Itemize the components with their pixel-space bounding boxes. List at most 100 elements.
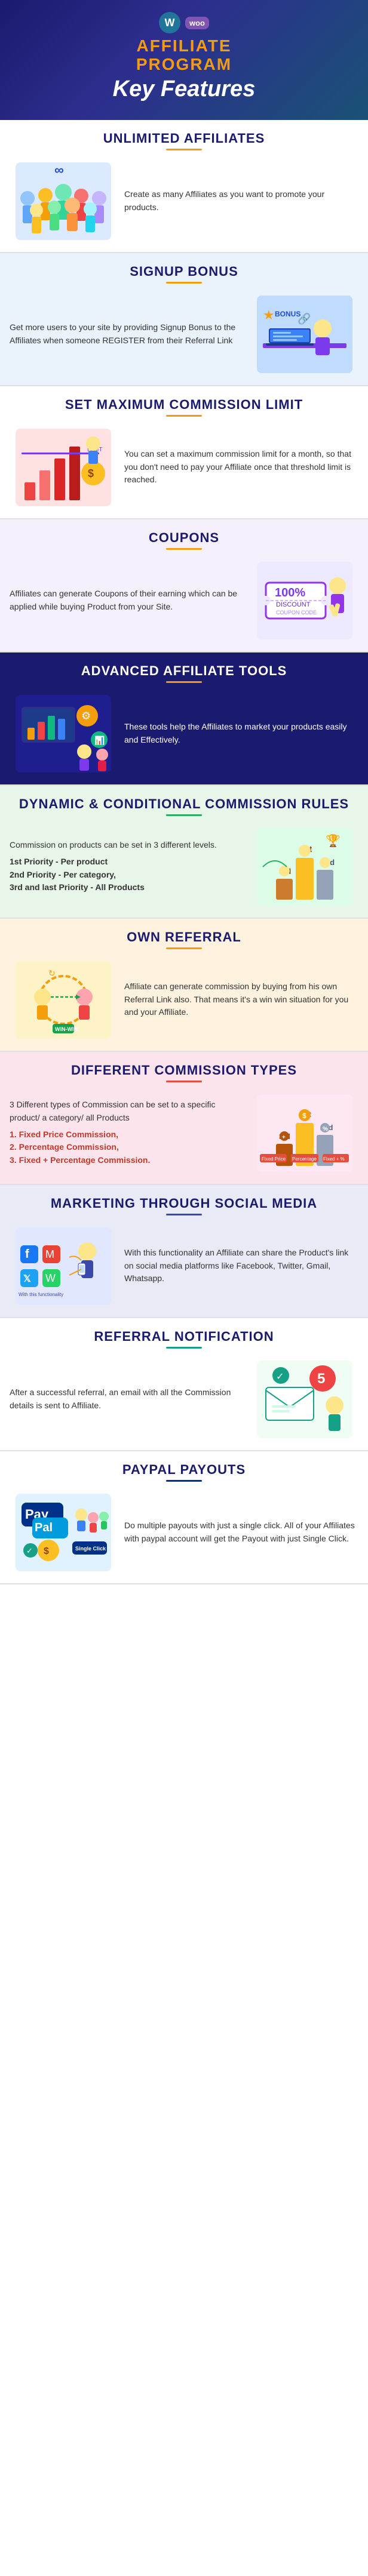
svg-text:DISCOUNT: DISCOUNT xyxy=(276,601,311,608)
section-title-8: DIFFERENT COMMISSION TYPES xyxy=(6,1063,362,1078)
illus-signup: 🔗 ★ BONUS xyxy=(257,296,352,373)
section-title-10: REFERRAL NOTIFICATION xyxy=(6,1329,362,1344)
section-text-8: 3 Different types of Commission can be s… xyxy=(10,1098,244,1124)
text-block-10: After a successful referral, an email wi… xyxy=(10,1386,244,1412)
section-title-bar-11: PAYPAL PAYOUTS xyxy=(0,1451,368,1488)
section-title-bar-5: ADVANCED AFFILIATE TOOLS xyxy=(0,653,368,689)
wp-logo-icon: W xyxy=(159,12,180,33)
section-commission-types: DIFFERENT COMMISSION TYPES 3 Different t… xyxy=(0,1052,368,1185)
section-text-5: These tools help the Affiliates to marke… xyxy=(124,721,358,746)
svg-text:100%: 100% xyxy=(275,586,305,599)
svg-text:COUPON CODE: COUPON CODE xyxy=(276,610,317,615)
text-block-1: Create as many Affiliates as you want to… xyxy=(124,188,358,214)
svg-text:∞: ∞ xyxy=(54,162,64,177)
svg-text:⚙: ⚙ xyxy=(81,710,91,722)
image-block-10: 5 ✓ xyxy=(251,1361,358,1438)
svg-text:5: 5 xyxy=(317,1371,325,1387)
content-row-8: 3 Different types of Commission can be s… xyxy=(0,1088,368,1184)
section-title-bar-6: DYNAMIC & CONDITIONAL COMMISSION RULES xyxy=(0,786,368,822)
section-text-3: You can set a maximum commission limit f… xyxy=(124,448,358,487)
svg-text:Single Click: Single Click xyxy=(75,1546,106,1552)
svg-text:$: $ xyxy=(88,467,94,479)
text-block-8: 3 Different types of Commission can be s… xyxy=(10,1098,244,1167)
content-row-4: Affiliates can generate Coupons of their… xyxy=(0,556,368,651)
illus-paypal: Pay Pal Single Click $ xyxy=(16,1494,111,1571)
text-block-3: You can set a maximum commission limit f… xyxy=(124,448,358,487)
key-features-title: Key Features xyxy=(10,76,358,102)
section-title-11: PAYPAL PAYOUTS xyxy=(6,1462,362,1478)
image-block-1: ∞ xyxy=(10,162,117,240)
title-underline-1 xyxy=(166,149,202,150)
image-block-3: LIMIT $ xyxy=(10,429,117,506)
section-text-4: Affiliates can generate Coupons of their… xyxy=(10,587,244,613)
content-row-1: ∞ Create as many Affiliates as you want … xyxy=(0,156,368,252)
illus-notification: 5 ✓ xyxy=(257,1361,352,1438)
svg-text:📊: 📊 xyxy=(94,735,105,746)
section-title-bar-9: MARKETING THROUGH SOCIAL MEDIA xyxy=(0,1185,368,1221)
svg-text:Fixed + %: Fixed + % xyxy=(323,1156,345,1162)
content-row-2: Get more users to your site by providing… xyxy=(0,290,368,385)
section-dynamic-commission: DYNAMIC & CONDITIONAL COMMISSION RULES C… xyxy=(0,786,368,919)
title-underline-4 xyxy=(166,548,202,550)
woo-logo-icon: woo xyxy=(185,17,209,29)
illus-dynamic: 1st 2nd 3rd 🏆 xyxy=(257,828,352,906)
list-item-8-3: 3. Fixed + Percentage Commission. xyxy=(10,1154,244,1167)
image-block-4: 100% DISCOUNT COUPON CODE xyxy=(251,562,358,639)
section-text-2: Get more users to your site by providing… xyxy=(10,321,244,347)
title-underline-10 xyxy=(166,1347,202,1349)
svg-text:Percentage: Percentage xyxy=(292,1156,317,1162)
section-paypal-payouts: PAYPAL PAYOUTS Pay Pal xyxy=(0,1451,368,1584)
image-block-2: 🔗 ★ BONUS xyxy=(251,296,358,373)
affiliate-text: AFFILIATE xyxy=(136,36,231,55)
title-underline-7 xyxy=(166,947,202,949)
svg-text:W: W xyxy=(45,1272,56,1284)
illus-social: f 𝕏 M W xyxy=(16,1227,111,1305)
image-block-5: ⚙ 📊 xyxy=(10,695,117,773)
list-item-8-1: 1. Fixed Price Commission, xyxy=(10,1128,244,1141)
title-underline-2 xyxy=(166,282,202,284)
text-block-11: Do multiple payouts with just a single c… xyxy=(124,1519,358,1545)
section-title-4: COUPONS xyxy=(6,530,362,546)
list-item-6-1: 1st Priority - Per product xyxy=(10,855,244,869)
section-unlimited-affiliates: UNLIMITED AFFILIATES xyxy=(0,120,368,253)
program-text: PROGRAM xyxy=(136,55,232,73)
svg-text:$: $ xyxy=(44,1546,49,1556)
list-item-6-3: 3rd and last Priority - All Products xyxy=(10,881,244,894)
svg-text:f: f xyxy=(25,1248,29,1261)
section-text-6: Commission on products can be set in 3 d… xyxy=(10,839,244,852)
section-title-3: SET MAXIMUM COMMISSION LIMIT xyxy=(6,397,362,413)
section-text-1: Create as many Affiliates as you want to… xyxy=(124,188,358,214)
image-block-8: 1st 2nd 3rd $ % + Fixed Price P xyxy=(251,1094,358,1172)
section-advanced-tools: ADVANCED AFFILIATE TOOLS ⚙ xyxy=(0,653,368,786)
svg-text:With this functionality: With this functionality xyxy=(19,1292,63,1297)
section-title-bar-7: OWN REFERRAL xyxy=(0,919,368,955)
illus-own-referral: ↻ WIN-WIN xyxy=(16,961,111,1039)
text-block-2: Get more users to your site by providing… xyxy=(10,321,244,347)
title-underline-5 xyxy=(166,681,202,683)
svg-text:%: % xyxy=(323,1126,328,1132)
svg-text:WIN-WIN: WIN-WIN xyxy=(55,1026,78,1032)
section-title-bar-1: UNLIMITED AFFILIATES xyxy=(0,120,368,156)
section-title-bar-3: SET MAXIMUM COMMISSION LIMIT xyxy=(0,386,368,423)
svg-text:🏆: 🏆 xyxy=(326,833,341,848)
content-row-3: LIMIT $ You can set a maximum commission… xyxy=(0,423,368,518)
svg-text:Pal: Pal xyxy=(35,1521,53,1534)
content-row-6: Commission on products can be set in 3 d… xyxy=(0,822,368,918)
section-social-media: MARKETING THROUGH SOCIAL MEDIA f 𝕏 M xyxy=(0,1185,368,1318)
svg-text:★: ★ xyxy=(263,307,275,322)
header-title: AFFILIATE PROGRAM xyxy=(10,37,358,74)
list-item-8-2: 2. Percentage Commission, xyxy=(10,1141,244,1154)
section-text-10: After a successful referral, an email wi… xyxy=(10,1386,244,1412)
title-underline-3 xyxy=(166,415,202,417)
section-title-bar-10: REFERRAL NOTIFICATION xyxy=(0,1318,368,1355)
content-row-7: ↻ WIN-WIN Affiliate can generate commiss… xyxy=(0,955,368,1051)
title-underline-9 xyxy=(166,1214,202,1215)
image-block-9: f 𝕏 M W xyxy=(10,1227,117,1305)
section-title-bar-8: DIFFERENT COMMISSION TYPES xyxy=(0,1052,368,1088)
text-block-4: Affiliates can generate Coupons of their… xyxy=(10,587,244,613)
title-underline-11 xyxy=(166,1480,202,1482)
title-underline-8 xyxy=(166,1081,202,1082)
section-own-referral: OWN REFERRAL ↻ xyxy=(0,919,368,1052)
section-signup-bonus: SIGNUP BONUS Get more users to your site… xyxy=(0,253,368,386)
title-underline-6 xyxy=(166,814,202,816)
